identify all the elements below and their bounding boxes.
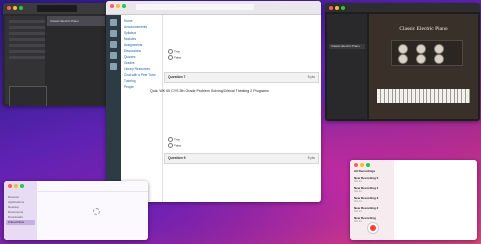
- track-name: Classic Electric Piano: [50, 19, 79, 23]
- library-list: Classic Electric Piano: [327, 14, 367, 119]
- course-nav-item[interactable]: Syllabus: [124, 31, 136, 35]
- course-nav-item[interactable]: Assignments: [124, 43, 142, 47]
- global-nav: [106, 15, 121, 202]
- course-nav-item[interactable]: Tutoring: [124, 79, 136, 83]
- voice-memos-window[interactable]: All Recordings New Recording 5 Oct 14 New…: [350, 160, 477, 240]
- piano-keyboard[interactable]: [377, 89, 470, 103]
- question-points: 5 pts: [307, 75, 315, 79]
- account-icon[interactable]: [110, 19, 117, 26]
- minimize-icon[interactable]: [335, 6, 339, 10]
- quiz-title: Quiz: WK 05 CYS 5th Grade Problem Solvin…: [150, 89, 269, 93]
- inspector-row: [9, 44, 45, 47]
- knob-panel: [391, 40, 463, 66]
- instrument-toolbar: [325, 3, 480, 12]
- zoom-icon[interactable]: [122, 4, 126, 8]
- address-bar[interactable]: [136, 4, 254, 10]
- dashboard-icon[interactable]: [110, 30, 117, 37]
- course-nav-item[interactable]: Quizzes: [124, 55, 136, 59]
- selected-patch: Classic Electric Piano: [331, 44, 360, 48]
- logic-toolbar: [3, 3, 107, 14]
- close-icon[interactable]: [8, 184, 12, 188]
- inspector-row: [9, 38, 45, 41]
- course-nav-item[interactable]: Chat with a Peer Tutor: [124, 73, 156, 77]
- courses-icon[interactable]: [110, 41, 117, 48]
- question-points: 5 pts: [307, 156, 315, 160]
- quiz-content: ​ True False Question 7 5 pts Quiz: WK 0…: [150, 15, 319, 202]
- finder-sidebar: Recents Applications Desktop Documents D…: [4, 181, 37, 240]
- course-nav-item[interactable]: Library Resources: [124, 67, 150, 71]
- minimize-icon[interactable]: [116, 4, 120, 8]
- channel-strip: [9, 86, 47, 106]
- recording-item[interactable]: New Recording 4 Oct 14: [354, 186, 390, 193]
- sidebar-item-selected[interactable]: iCloud Drive: [8, 220, 24, 224]
- knob[interactable]: [398, 54, 408, 64]
- question-header: Question 7 5 pts: [164, 72, 319, 83]
- logic-pro-window[interactable]: Classic Electric Piano: [3, 3, 107, 106]
- inspector-row: [9, 56, 45, 59]
- zoom-icon[interactable]: [20, 184, 24, 188]
- sidebar-item[interactable]: Desktop: [8, 205, 19, 209]
- close-icon[interactable]: [354, 163, 358, 167]
- answer-option[interactable]: True: [168, 137, 180, 142]
- browser-window[interactable]: Home Announcements Syllabus Modules Assi…: [106, 1, 321, 202]
- record-button[interactable]: [367, 222, 379, 234]
- piano-plugin: Classic Electric Piano: [369, 14, 478, 119]
- finder-toolbar: [37, 181, 148, 192]
- zoom-icon[interactable]: [19, 6, 23, 10]
- recording-item[interactable]: New Recording 2 Oct 14: [354, 206, 390, 213]
- inspector-row: [9, 20, 45, 23]
- question-text-line: ​: [164, 17, 314, 21]
- minimize-icon[interactable]: [14, 184, 18, 188]
- finder-window[interactable]: Recents Applications Desktop Documents D…: [4, 181, 148, 240]
- browser-toolbar: [106, 1, 321, 15]
- sidebar-item[interactable]: Downloads: [8, 215, 23, 219]
- close-icon[interactable]: [7, 6, 11, 10]
- sidebar-item[interactable]: Recents: [8, 195, 19, 199]
- recordings-list: All Recordings New Recording 5 Oct 14 New…: [350, 160, 394, 240]
- course-nav-item[interactable]: Grades: [124, 61, 134, 65]
- list-title: All Recordings: [354, 169, 376, 173]
- answer-option[interactable]: False: [168, 55, 181, 60]
- course-nav-item[interactable]: Discussions: [124, 49, 141, 53]
- course-nav-item[interactable]: Modules: [124, 37, 136, 41]
- sidebar-item[interactable]: Applications: [8, 200, 24, 204]
- course-nav-item[interactable]: People: [124, 85, 134, 89]
- answer-option[interactable]: False: [168, 143, 181, 148]
- inspector-row: [9, 50, 45, 53]
- instrument-window[interactable]: Classic Electric Piano Classic Electric …: [325, 3, 480, 121]
- knob[interactable]: [416, 54, 426, 64]
- recording-item[interactable]: New Recording 5 Oct 14: [354, 176, 390, 183]
- loading-spinner-icon: [93, 208, 100, 215]
- transport-display: [37, 5, 77, 12]
- minimize-icon[interactable]: [13, 6, 17, 10]
- inspector-row: [9, 26, 45, 29]
- question-number: Question 7: [168, 75, 186, 79]
- knob[interactable]: [434, 44, 444, 54]
- inspector-panel: [5, 16, 47, 106]
- question-number: Question 9: [168, 156, 186, 160]
- inspector-row: [9, 32, 45, 35]
- course-nav-item[interactable]: Announcements: [124, 25, 147, 29]
- zoom-icon[interactable]: [366, 163, 370, 167]
- knob[interactable]: [434, 54, 444, 64]
- calendar-icon[interactable]: [110, 52, 117, 59]
- inbox-icon[interactable]: [110, 63, 117, 70]
- close-icon[interactable]: [329, 6, 333, 10]
- course-nav-item[interactable]: Home: [124, 19, 133, 23]
- course-nav: Home Announcements Syllabus Modules Assi…: [121, 15, 163, 202]
- instrument-title: Classic Electric Piano: [399, 26, 448, 32]
- minimize-icon[interactable]: [360, 163, 364, 167]
- zoom-icon[interactable]: [341, 6, 345, 10]
- record-icon: [370, 225, 376, 231]
- answer-option[interactable]: True: [168, 49, 180, 54]
- recording-item[interactable]: New Recording 3 Oct 14: [354, 196, 390, 203]
- knob[interactable]: [398, 44, 408, 54]
- question-header: Question 9 5 pts: [164, 153, 319, 164]
- knob[interactable]: [416, 44, 426, 54]
- close-icon[interactable]: [110, 4, 114, 8]
- sidebar-item[interactable]: Documents: [8, 210, 23, 214]
